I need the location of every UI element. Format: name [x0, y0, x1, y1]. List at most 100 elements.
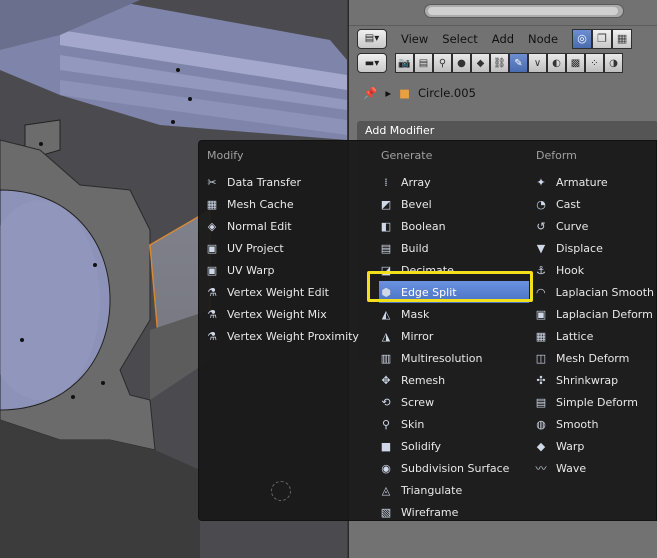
menu-item-simple-deform[interactable]: ▤ Simple Deform	[534, 391, 654, 413]
uv-project-icon: ▣	[206, 241, 218, 255]
uv-warp-icon: ▣	[206, 263, 218, 277]
bevel-icon: ◩	[380, 197, 392, 211]
menu-node[interactable]: Node	[528, 32, 558, 46]
menu-item-wireframe[interactable]: ▧ Wireframe	[379, 501, 529, 523]
menu-view[interactable]: View	[401, 32, 428, 46]
menu-item-mesh-cache[interactable]: ▦ Mesh Cache	[205, 193, 365, 215]
scene-icon[interactable]: ⚲	[433, 53, 452, 73]
menu-item-label: Lattice	[556, 329, 594, 343]
highlight-frame	[367, 271, 533, 302]
menu-item-laplacian-smooth[interactable]: ◠ Laplacian Smooth	[534, 281, 654, 303]
particles-icon[interactable]: ⁘	[585, 53, 604, 73]
menu-item-multiresolution[interactable]: ▥ Multiresolution	[379, 347, 529, 369]
menu-item-solidify[interactable]: ■ Solidify	[379, 435, 529, 457]
menu-item-bevel[interactable]: ◩ Bevel	[379, 193, 529, 215]
menu-item-label: Array	[401, 175, 431, 189]
menu-item-label: Smooth	[556, 417, 599, 431]
menu-item-skin[interactable]: ⚲ Skin	[379, 413, 529, 435]
menu-item-curve[interactable]: ↺ Curve	[534, 215, 654, 237]
menu-item-vertex-weight-proximity[interactable]: ⚗ Vertex Weight Proximity	[205, 325, 365, 347]
menu-item-displace[interactable]: ▼ Displace	[534, 237, 654, 259]
menu-item-hook[interactable]: ⚓ Hook	[534, 259, 654, 281]
menu-item-label: Displace	[556, 241, 603, 255]
menu-item-label: Vertex Weight Proximity	[227, 329, 359, 343]
menu-item-label: Build	[401, 241, 429, 255]
context-menu-button[interactable]: ▬▾	[357, 53, 387, 73]
texture-icon[interactable]: ▩	[566, 53, 585, 73]
menu-item-wave[interactable]: 〰 Wave	[534, 457, 654, 479]
vertex-weight-icon: ⚗	[207, 329, 217, 343]
modifiers-icon[interactable]: ✎	[509, 53, 528, 73]
physics-icon[interactable]: ◑	[604, 53, 623, 73]
remesh-icon: ✥	[381, 373, 391, 387]
menu-item-cast[interactable]: ◔ Cast	[534, 193, 654, 215]
menu-item-label: Bevel	[401, 197, 432, 211]
menu-item-warp[interactable]: ◆ Warp	[534, 435, 654, 457]
menu-item-triangulate[interactable]: ◬ Triangulate	[379, 479, 529, 501]
render-layers-icon[interactable]: ▤	[414, 53, 433, 73]
menu-item-build[interactable]: ▤ Build	[379, 237, 529, 259]
menu-item-label: Armature	[556, 175, 608, 189]
boolean-icon: ◧	[380, 219, 392, 233]
menu-item-uv-warp[interactable]: ▣ UV Warp	[205, 259, 365, 281]
mesh-cache-icon: ▦	[206, 197, 218, 211]
menu-item-label: Triangulate	[401, 483, 463, 497]
menu-item-label: Mesh Deform	[556, 351, 630, 365]
data-transfer-icon: ✂	[207, 175, 217, 189]
properties-header: ▤▾ View Select Add Node ◎ ❐ ▦	[349, 25, 657, 51]
menu-item-armature[interactable]: ✦ Armature	[534, 171, 654, 193]
menu-item-data-transfer[interactable]: ✂ Data Transfer	[205, 171, 365, 193]
render-icon[interactable]: 📷	[395, 53, 414, 73]
menu-item-boolean[interactable]: ◧ Boolean	[379, 215, 529, 237]
modify-column-title: Modify	[207, 149, 244, 162]
object-icon[interactable]: ◆	[471, 53, 490, 73]
data-icon[interactable]: ∨	[528, 53, 547, 73]
constraints-icon[interactable]: ⛓	[490, 53, 509, 73]
horizontal-scrollbar[interactable]	[424, 4, 624, 18]
menu-item-array[interactable]: ⁞ Array	[379, 171, 529, 193]
menu-item-subdivision-surface[interactable]: ◉ Subdivision Surface	[379, 457, 529, 479]
menu-item-mirror[interactable]: ◮ Mirror	[379, 325, 529, 347]
menu-item-screw[interactable]: ⟲ Screw	[379, 391, 529, 413]
menu-item-mesh-deform[interactable]: ◫ Mesh Deform	[534, 347, 654, 369]
warp-icon: ◆	[536, 439, 546, 453]
object-name: Circle.005	[417, 86, 476, 100]
menu-select[interactable]: Select	[442, 32, 477, 46]
menu-item-smooth[interactable]: ◍ Smooth	[534, 413, 654, 435]
menu-item-remesh[interactable]: ✥ Remesh	[379, 369, 529, 391]
checker-icon[interactable]: ▦	[612, 28, 633, 49]
lattice-icon: ▦	[535, 329, 547, 343]
menu-item-mask[interactable]: ◭ Mask	[379, 303, 529, 325]
menu-item-label: Warp	[556, 439, 585, 453]
node-tree-icon[interactable]: ◎	[572, 28, 593, 49]
subsurf-icon: ◉	[381, 461, 391, 475]
laplacian-deform-icon: ▣	[535, 307, 547, 321]
editor-type-button[interactable]: ▤▾	[357, 28, 387, 49]
material-icon[interactable]: ◐	[547, 53, 566, 73]
smooth-icon: ◍	[536, 417, 546, 431]
menu-item-uv-project[interactable]: ▣ UV Project	[205, 237, 365, 259]
menu-item-shrinkwrap[interactable]: ✣ Shrinkwrap	[534, 369, 654, 391]
menu-item-label: Screw	[401, 395, 435, 409]
laplacian-smooth-icon: ◠	[535, 285, 546, 299]
menu-add[interactable]: Add	[492, 32, 514, 46]
modify-column: Modify ✂ Data Transfer ▦ Mesh Cache ◈ Normal …	[205, 149, 365, 347]
copy-icon[interactable]: ❐	[592, 28, 613, 49]
vertex-weight-icon: ⚗	[207, 285, 217, 299]
world-icon[interactable]: ●	[452, 53, 471, 73]
menu-item-laplacian-deform[interactable]: ▣ Laplacian Deform	[534, 303, 654, 325]
menu-item-label: Cast	[556, 197, 581, 211]
menu-item-label: UV Warp	[227, 263, 275, 277]
menu-item-lattice[interactable]: ▦ Lattice	[534, 325, 654, 347]
pin-icon[interactable]: 📌	[363, 86, 377, 100]
menu-item-label: Remesh	[401, 373, 446, 387]
menu-item-label: Wave	[556, 461, 587, 475]
menu-item-vertex-weight-mix[interactable]: ⚗ Vertex Weight Mix	[205, 303, 365, 325]
menu-item-vertex-weight-edit[interactable]: ⚗ Vertex Weight Edit	[205, 281, 365, 303]
menu-item-label: Simple Deform	[556, 395, 638, 409]
normal-edit-icon: ◈	[207, 219, 217, 233]
menu-item-label: Vertex Weight Edit	[227, 285, 329, 299]
add-modifier-panel-title[interactable]: Add Modifier	[357, 121, 657, 141]
menu-item-normal-edit[interactable]: ◈ Normal Edit	[205, 215, 365, 237]
menu-item-label: Laplacian Deform	[556, 307, 653, 321]
